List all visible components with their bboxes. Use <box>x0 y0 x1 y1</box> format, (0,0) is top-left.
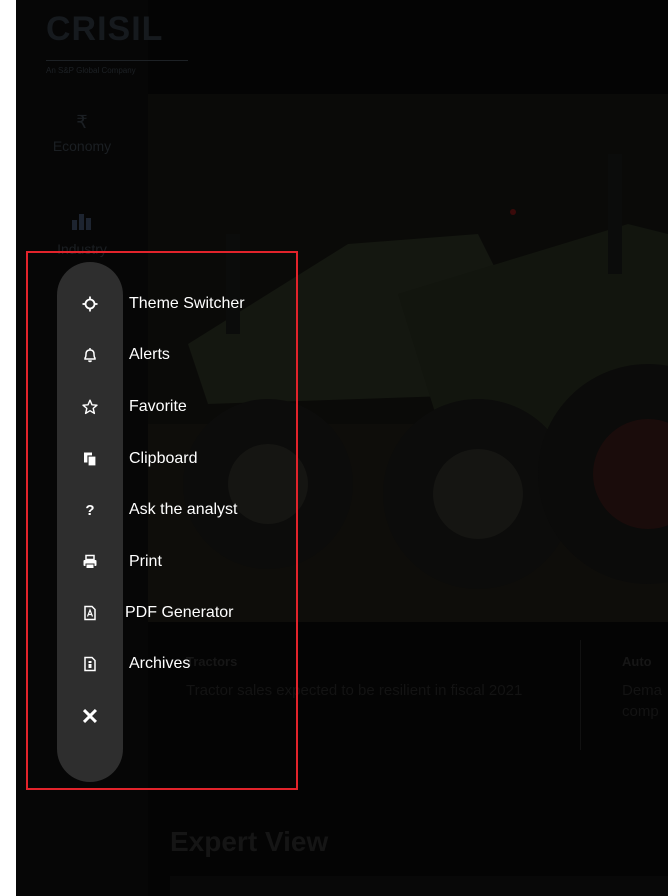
bar-chart-icon <box>72 212 92 230</box>
card-category[interactable]: Auto <box>622 654 652 669</box>
card-divider <box>580 640 581 750</box>
menu-item-theme-switcher[interactable]: Theme Switcher <box>57 289 245 319</box>
rupee-icon: ₹ <box>76 112 88 132</box>
menu-item-label: Theme Switcher <box>129 295 245 312</box>
menu-item-ask-the-analyst[interactable]: ? Ask the analyst <box>57 495 238 525</box>
section-title: Expert View <box>170 826 329 857</box>
menu-item-label: Print <box>129 553 162 570</box>
menu-item-favorite[interactable]: Favorite <box>57 392 187 422</box>
menu-item-label: Archives <box>129 655 191 672</box>
question-icon: ? <box>85 501 95 519</box>
pdf-icon <box>57 605 123 621</box>
brand-tagline: An S&P Global Company <box>46 66 136 75</box>
clipboard-icon <box>57 451 123 467</box>
close-icon: ✕ <box>80 704 100 729</box>
star-icon <box>57 399 123 415</box>
menu-item-pdf-generator[interactable]: PDF Generator <box>57 598 233 628</box>
nav-item-label: Economy <box>52 138 112 154</box>
bell-icon <box>57 347 123 363</box>
menu-item-archives[interactable]: Archives <box>57 649 190 679</box>
brand-logo[interactable]: CRISIL <box>46 10 163 49</box>
menu-item-clipboard[interactable]: Clipboard <box>57 444 197 474</box>
card-text[interactable]: Dema comp <box>622 680 662 722</box>
brand-divider <box>46 60 188 61</box>
content-bar <box>170 876 668 896</box>
nav-item-economy[interactable]: ₹ Economy <box>30 112 134 154</box>
menu-item-alerts[interactable]: Alerts <box>57 340 170 370</box>
menu-item-label: Alerts <box>129 346 170 363</box>
menu-item-label: PDF Generator <box>125 604 234 621</box>
menu-item-label: Clipboard <box>129 450 198 467</box>
menu-item-label: Ask the analyst <box>129 501 238 518</box>
menu-item-print[interactable]: Print <box>57 547 162 577</box>
close-menu-button[interactable]: ✕ <box>57 700 123 734</box>
archive-icon <box>57 656 123 672</box>
print-icon <box>57 554 123 570</box>
theme-icon <box>57 296 123 312</box>
menu-item-label: Favorite <box>129 398 187 415</box>
